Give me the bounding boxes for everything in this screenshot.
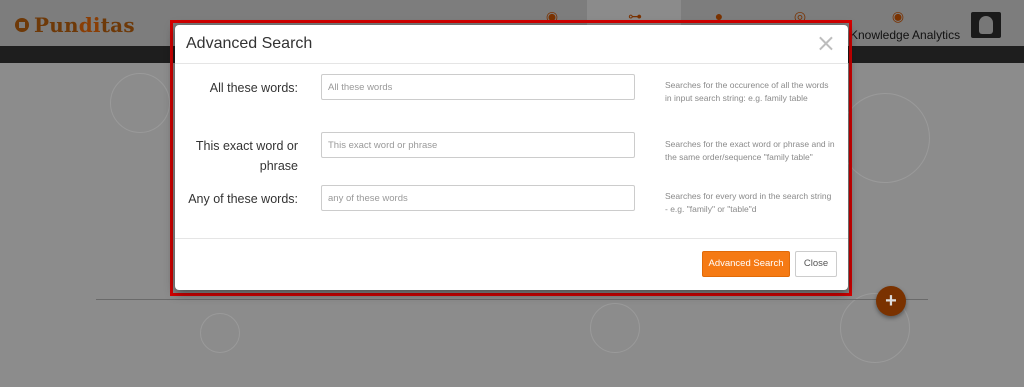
exact-phrase-help: Searches for the exact word or phrase an… xyxy=(665,139,835,162)
any-words-label: Any of these words: xyxy=(188,192,298,206)
add-fab-button[interactable]: + xyxy=(876,286,906,316)
close-button[interactable]: Close xyxy=(795,251,837,277)
user-avatar[interactable] xyxy=(971,12,1001,38)
nav-item-knowledge-analytics[interactable]: Knowledge Analytics xyxy=(850,28,960,42)
exact-phrase-input[interactable] xyxy=(321,132,635,158)
decor-circle xyxy=(110,73,170,133)
all-words-input[interactable] xyxy=(321,74,635,100)
all-words-label: All these words: xyxy=(209,81,298,95)
knowledge-analytics-icon[interactable]: ◉ xyxy=(890,8,906,24)
advanced-search-button[interactable]: Advanced Search xyxy=(702,251,790,277)
timeline-divider xyxy=(96,299,928,300)
any-words-input[interactable] xyxy=(321,185,635,211)
decor-circle xyxy=(200,313,240,353)
advanced-search-modal: Advanced Search × All these words: Searc… xyxy=(175,25,848,290)
logo-text: Punditas xyxy=(34,13,135,37)
decor-circle xyxy=(590,303,640,353)
logo-icon xyxy=(14,17,30,33)
all-words-help: Searches for the occurence of all the wo… xyxy=(665,80,829,103)
modal-title: Advanced Search xyxy=(186,35,313,52)
modal-header: Advanced Search × xyxy=(175,25,848,64)
exact-phrase-label: This exact word or phrase xyxy=(195,139,298,173)
close-icon[interactable]: × xyxy=(816,31,836,55)
punditas-logo[interactable]: Punditas xyxy=(14,13,135,37)
modal-footer: Advanced Search Close xyxy=(175,239,848,289)
modal-body: All these words: Searches for the occure… xyxy=(175,64,848,239)
any-words-help: Searches for every word in the search st… xyxy=(665,191,832,214)
decor-circle xyxy=(840,93,930,183)
